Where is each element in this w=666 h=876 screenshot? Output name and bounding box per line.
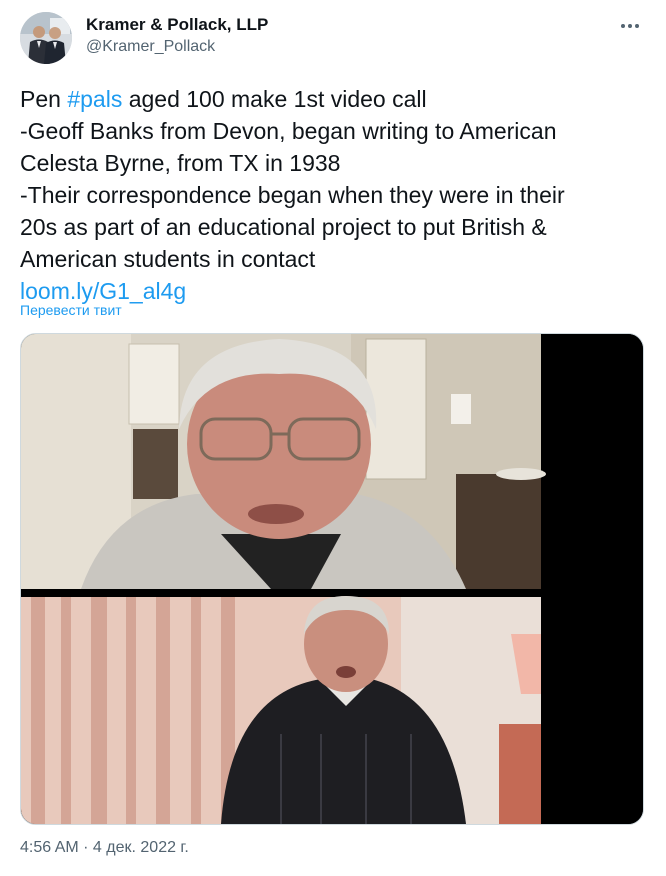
tweet-line-6: American students in contact bbox=[20, 246, 316, 272]
top-video-panel bbox=[21, 334, 546, 589]
avatar[interactable] bbox=[20, 12, 72, 64]
video-call-image bbox=[21, 334, 643, 824]
translate-tweet-link[interactable]: Перевести твит bbox=[20, 302, 122, 318]
tweet-line-1-suffix: aged 100 make 1st video call bbox=[122, 86, 427, 112]
tweet-line-1: Pen #pals aged 100 make 1st video call bbox=[20, 83, 650, 115]
bottom-video-panel bbox=[21, 596, 541, 824]
tweet-line-3: Celesta Byrne, from TX in 1938 bbox=[20, 150, 341, 176]
tweet-timestamp[interactable]: 4:56 AM · 4 дек. 2022 г. bbox=[20, 839, 189, 857]
tweet-line-1-prefix: Pen bbox=[20, 86, 68, 112]
author-name[interactable]: Kramer & Pollack, LLP bbox=[86, 15, 268, 35]
tweet-line-5: 20s as part of an educational project to… bbox=[20, 214, 547, 240]
tweet-line-2: -Geoff Banks from Devon, began writing t… bbox=[20, 118, 557, 144]
tweet-url-link[interactable]: loom.ly/G1_al4g bbox=[20, 278, 186, 304]
tweet-media-image[interactable] bbox=[20, 333, 644, 825]
more-horizontal-icon bbox=[621, 24, 639, 28]
avatar-photo bbox=[20, 12, 72, 64]
more-button[interactable] bbox=[616, 12, 644, 40]
tweet-line-4: -Their correspondence began when they we… bbox=[20, 182, 565, 208]
tweet-text: Pen #pals aged 100 make 1st video call -… bbox=[20, 83, 650, 307]
hashtag-link[interactable]: #pals bbox=[67, 86, 122, 112]
author-handle[interactable]: @Kramer_Pollack bbox=[86, 38, 215, 56]
